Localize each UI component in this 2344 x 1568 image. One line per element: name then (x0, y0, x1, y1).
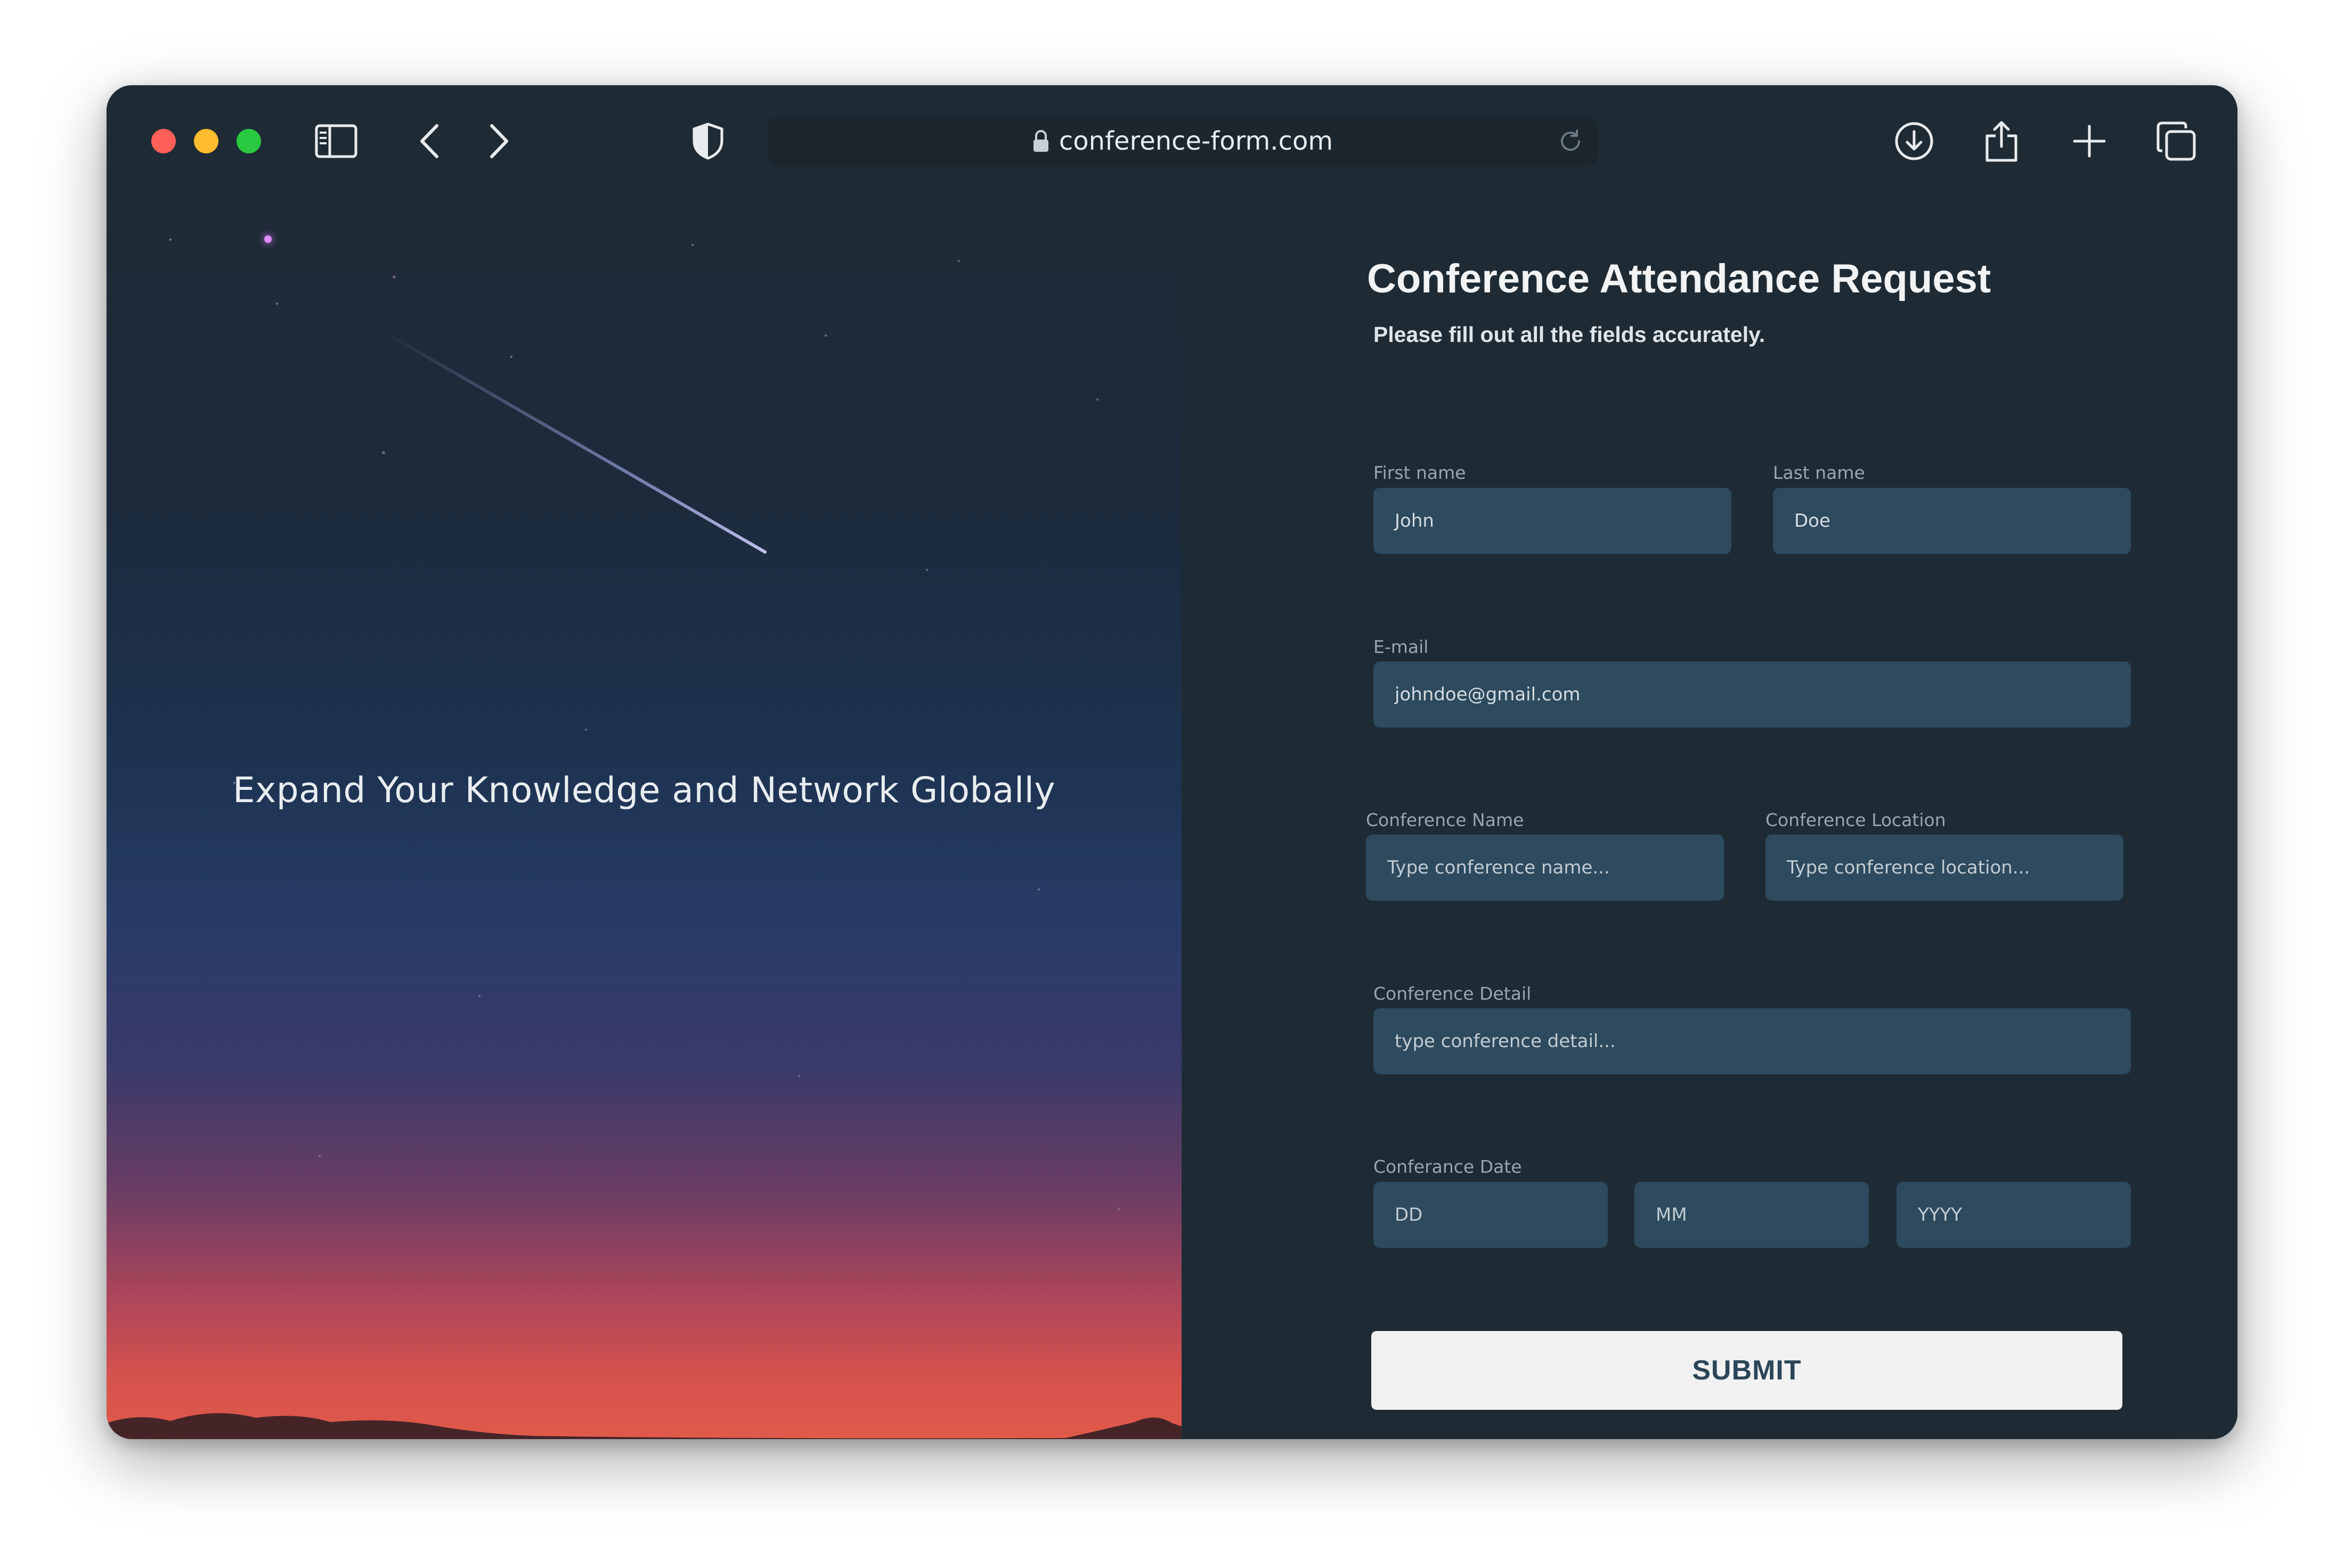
tabs-icon[interactable] (2153, 118, 2199, 164)
minimize-window-button[interactable] (194, 129, 218, 153)
reload-icon[interactable] (1557, 127, 1584, 158)
form-panel: Conference Attendance Request Please fil… (1182, 197, 2237, 1439)
last-name-label: Last name (1773, 462, 1865, 483)
sidebar-icon[interactable] (313, 118, 359, 164)
forward-icon[interactable] (476, 118, 522, 164)
hills-silhouette (107, 1413, 1182, 1439)
date-month-input[interactable]: MM (1634, 1182, 1869, 1248)
conference-name-label: Conference Name (1366, 810, 1524, 830)
email-input[interactable]: johndoe@gmail.com (1373, 662, 2131, 728)
date-year-input[interactable]: YYYY (1897, 1182, 2131, 1248)
browser-window: conference-form.com Expand Your Knowledg… (107, 85, 2237, 1439)
first-name-label: First name (1373, 462, 1466, 483)
lock-icon (1032, 129, 1049, 153)
conference-date-label: Conferance Date (1373, 1156, 1522, 1177)
plus-icon[interactable] (2066, 118, 2112, 164)
shield-icon[interactable] (685, 118, 731, 164)
browser-toolbar: conference-form.com (107, 85, 2237, 197)
hero-tagline: Expand Your Knowledge and Network Global… (232, 770, 1056, 811)
bright-star (264, 235, 272, 243)
conference-detail-label: Conference Detail (1373, 983, 1532, 1004)
starfield (107, 197, 1182, 1439)
conference-detail-input[interactable]: type conference detail... (1373, 1008, 2131, 1074)
address-bar[interactable]: conference-form.com (767, 116, 1598, 166)
first-name-input[interactable]: John (1373, 488, 1731, 554)
conference-location-input[interactable]: Type conference location... (1765, 835, 2123, 901)
conference-name-input[interactable]: Type conference name... (1366, 835, 1724, 901)
url-text: conference-form.com (1059, 126, 1333, 156)
conference-location-label: Conference Location (1765, 810, 1946, 830)
maximize-window-button[interactable] (237, 129, 261, 153)
email-label: E-mail (1373, 636, 1429, 657)
date-day-input[interactable]: DD (1373, 1182, 1608, 1248)
back-icon[interactable] (406, 118, 452, 164)
close-window-button[interactable] (151, 129, 176, 153)
download-icon[interactable] (1891, 118, 1937, 164)
form-title: Conference Attendance Request (1367, 256, 1991, 301)
share-icon[interactable] (1979, 118, 2024, 164)
form-subtitle: Please fill out all the fields accuratel… (1373, 322, 1765, 347)
last-name-input[interactable]: Doe (1773, 488, 2131, 554)
submit-button[interactable]: SUBMIT (1371, 1331, 2122, 1410)
hero-image: Expand Your Knowledge and Network Global… (107, 197, 1182, 1439)
